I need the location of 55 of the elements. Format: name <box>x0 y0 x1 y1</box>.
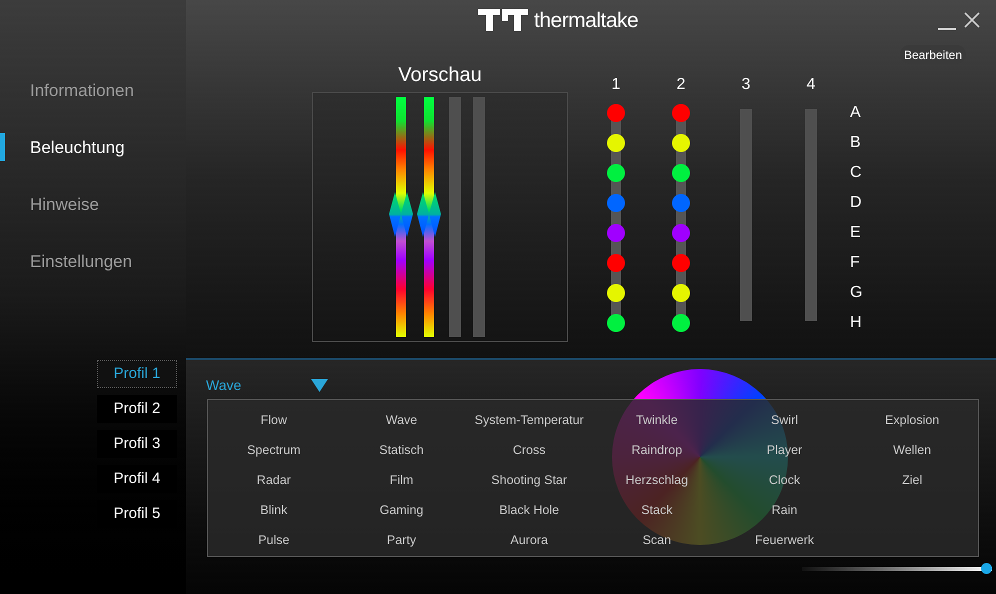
led-label: G <box>850 283 862 303</box>
channel-label: 1 <box>612 75 620 95</box>
led-label: A <box>850 103 862 123</box>
effect-option[interactable]: Ziel <box>902 465 922 495</box>
effect-option[interactable]: Flow <box>260 405 288 435</box>
effect-option[interactable]: Film <box>390 465 414 495</box>
effect-option[interactable]: Pulse <box>258 525 290 555</box>
channel-label: 4 <box>806 75 816 95</box>
effect-option[interactable]: Herzschlag <box>626 465 688 495</box>
effect-option[interactable]: Raindrop <box>631 435 682 465</box>
channel-label: 3 <box>742 75 750 95</box>
effect-option[interactable]: Wellen <box>893 435 932 465</box>
slider-thumb[interactable] <box>981 563 992 574</box>
close-icon[interactable] <box>964 12 980 28</box>
led-label: E <box>850 223 862 243</box>
effect-option[interactable]: Aurora <box>510 525 548 555</box>
effect-option[interactable]: Black Hole <box>499 495 560 525</box>
effect-option[interactable]: Player <box>766 435 802 465</box>
effect-option[interactable]: Stack <box>641 495 672 525</box>
channel-label: 2 <box>676 75 686 95</box>
slider-track[interactable] <box>802 563 992 574</box>
logo-icon <box>478 9 528 31</box>
effect-option[interactable]: Wave <box>386 405 418 435</box>
effect-option[interactable]: Rain <box>772 495 798 525</box>
led-label: B <box>850 133 862 153</box>
profile-tab[interactable]: Profil 1 <box>97 360 177 388</box>
effect-option[interactable]: Party <box>386 525 416 555</box>
preview-title: Vorschau <box>398 63 482 87</box>
effect-option[interactable]: Clock <box>768 465 800 495</box>
sidebar-item[interactable]: Beleuchtung <box>30 134 125 160</box>
effect-option[interactable]: Radar <box>256 465 291 495</box>
led-label: F <box>850 253 861 273</box>
effect-option[interactable]: Gaming <box>380 495 424 525</box>
effect-option[interactable]: Spectrum <box>247 435 301 465</box>
effect-dropdown[interactable]: Wave <box>206 376 328 394</box>
effect-option[interactable]: Twinkle <box>636 405 678 435</box>
led-label: D <box>850 193 862 213</box>
effect-option[interactable]: Shooting Star <box>491 465 568 495</box>
effect-option[interactable]: Cross <box>512 435 546 465</box>
sidebar-item[interactable]: Einstellungen <box>30 248 132 274</box>
sidebar-item[interactable]: Hinweise <box>30 192 99 218</box>
sidebar-item[interactable]: Informationen <box>30 78 134 104</box>
effect-option[interactable]: System-Temperatur <box>474 405 584 435</box>
effect-option[interactable]: Scan <box>642 525 672 555</box>
profile-tab[interactable]: Profil 3 <box>97 430 177 458</box>
caret-icon <box>311 378 328 392</box>
led-label: C <box>850 163 862 183</box>
brand-name: thermaltake <box>534 10 638 30</box>
led-label: H <box>850 313 862 333</box>
effect-option[interactable]: Explosion <box>885 405 940 435</box>
effect-option[interactable]: Blink <box>260 495 288 525</box>
effect-option[interactable]: Statisch <box>379 435 424 465</box>
effect-option[interactable]: Swirl <box>770 405 798 435</box>
profile-tab[interactable]: Profil 2 <box>97 395 177 423</box>
effect-option[interactable]: Feuerwerk <box>754 525 814 555</box>
